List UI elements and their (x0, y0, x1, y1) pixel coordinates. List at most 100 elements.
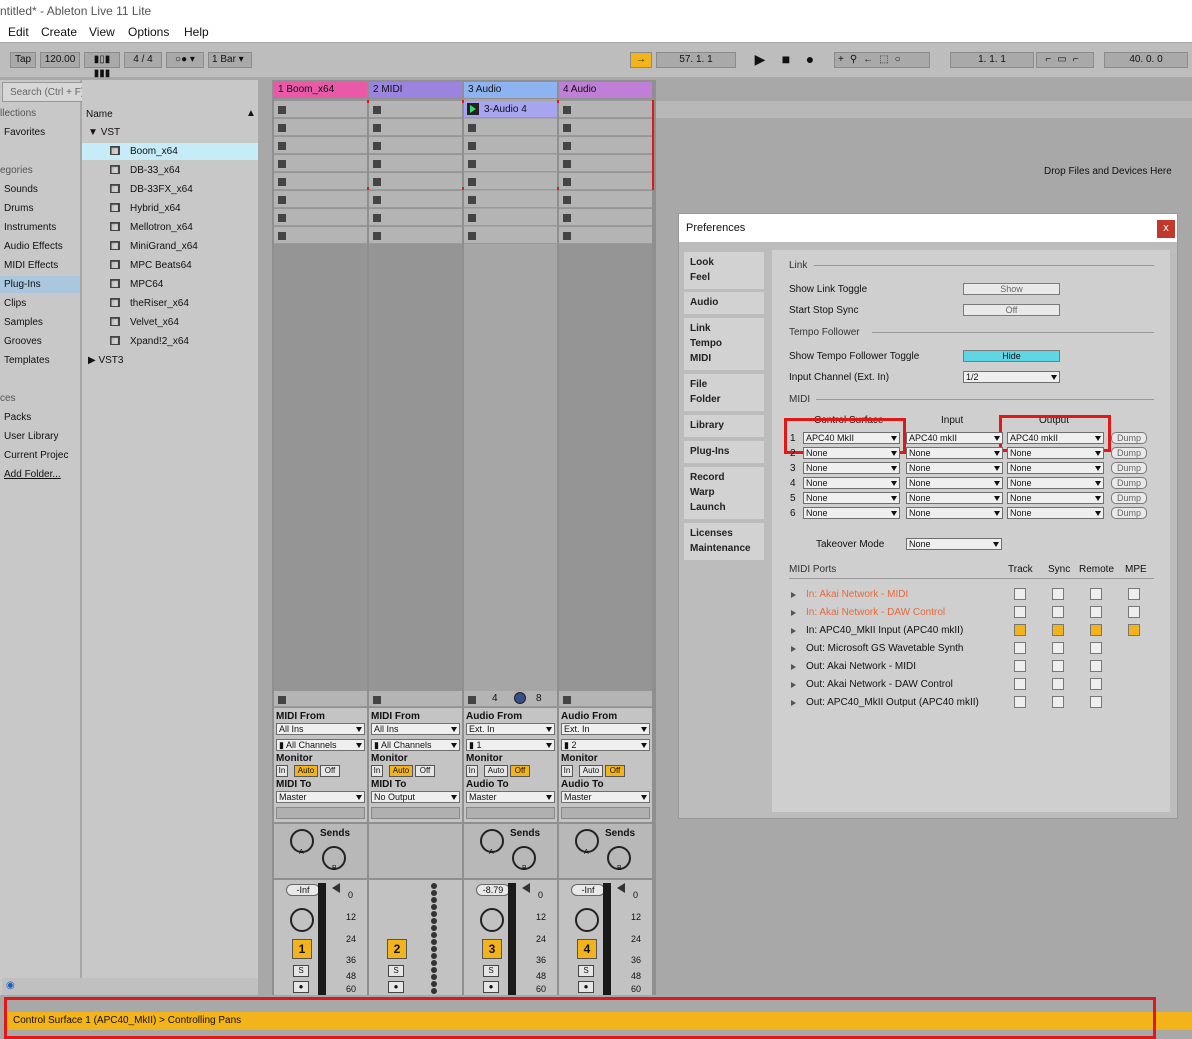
sidebar-item-templates[interactable]: Templates (4, 355, 50, 366)
clip-stop-icon[interactable] (563, 214, 571, 222)
port-sync-checkbox[interactable] (1052, 624, 1064, 636)
follow-arrow-icon[interactable]: → (630, 52, 652, 68)
show-link-toggle-button[interactable]: Show (963, 283, 1060, 295)
monitor-off-button[interactable]: Off (320, 765, 340, 777)
solo-button[interactable]: S (578, 965, 594, 977)
port-sync-checkbox[interactable] (1052, 660, 1064, 672)
prefs-nav-link-tempo-midi[interactable]: Link Tempo MIDI (684, 318, 764, 370)
port-track-checkbox[interactable] (1014, 660, 1026, 672)
surface-output-dropdown[interactable]: None (1007, 462, 1104, 474)
port-track-checkbox[interactable] (1014, 624, 1026, 636)
input-channel-dropdown[interactable]: 1/2 (963, 371, 1060, 383)
follow-icon[interactable]: ○● ▾ (166, 52, 204, 68)
sidebar-item-samples[interactable]: Samples (4, 317, 43, 328)
clip-slot[interactable] (369, 101, 462, 118)
clip-slot[interactable] (369, 119, 462, 136)
sidebar-place-current-projec[interactable]: Current Projec (4, 450, 68, 461)
monitor-auto-button[interactable]: Auto (579, 765, 603, 777)
port-sync-checkbox[interactable] (1052, 588, 1064, 600)
monitor-off-button[interactable]: Off (415, 765, 435, 777)
expand-icon[interactable] (791, 682, 796, 688)
monitor-in-button[interactable]: In (466, 765, 478, 777)
surface-output-dropdown[interactable]: None (1007, 447, 1104, 459)
loop-length[interactable]: 40. 0. 0 (1104, 52, 1188, 68)
surface-input-dropdown[interactable]: None (906, 477, 1003, 489)
clip-stop-icon[interactable] (468, 160, 476, 168)
clip-slot[interactable]: 3-Audio 4 (464, 101, 557, 118)
sidebar-item-favorites[interactable]: Favorites (4, 127, 45, 138)
io-from-dropdown[interactable]: All Ins (371, 723, 460, 735)
surface-output-dropdown[interactable]: None (1007, 507, 1104, 519)
clip-stop-icon[interactable] (373, 196, 381, 204)
clip-slot[interactable] (559, 137, 652, 154)
io-from-dropdown[interactable]: Ext. In (466, 723, 555, 735)
io-channel-dropdown[interactable]: ▮ 1 (466, 739, 555, 751)
track-footer-knob-icon[interactable] (514, 692, 526, 704)
port-track-checkbox[interactable] (1014, 642, 1026, 654)
surface-input-dropdown[interactable]: None (906, 507, 1003, 519)
clip-slot[interactable] (369, 227, 462, 244)
monitor-off-button[interactable]: Off (605, 765, 625, 777)
clip-stop-icon[interactable] (278, 214, 286, 222)
clip-stop-icon[interactable] (373, 106, 381, 114)
surface-input-dropdown[interactable]: None (906, 447, 1003, 459)
clip-stop-icon[interactable] (468, 232, 476, 240)
prefs-nav-record-warp-launch[interactable]: Record Warp Launch (684, 467, 764, 519)
clip-stop-icon[interactable] (278, 160, 286, 168)
prefs-nav-licenses-maintenance[interactable]: Licenses Maintenance (684, 523, 764, 560)
column-name-header[interactable]: Name (86, 109, 113, 120)
clip-stop-icon[interactable] (563, 142, 571, 150)
monitor-auto-button[interactable]: Auto (484, 765, 508, 777)
clip-slot[interactable] (369, 209, 462, 226)
loop-start[interactable]: 1. 1. 1 (950, 52, 1034, 68)
surface-output-dropdown[interactable]: APC40 mkII (1007, 432, 1104, 444)
port-sync-checkbox[interactable] (1052, 606, 1064, 618)
monitor-in-button[interactable]: In (276, 765, 288, 777)
fader-handle-icon[interactable] (617, 883, 625, 893)
clip-slot[interactable] (559, 173, 652, 190)
clip-slot[interactable] (369, 137, 462, 154)
show-tempo-toggle-button[interactable]: Hide (963, 350, 1060, 362)
io-from-dropdown[interactable]: All Ins (276, 723, 365, 735)
clip-stop-icon[interactable] (373, 124, 381, 132)
track-activator-3[interactable]: 3 (482, 939, 502, 959)
monitor-in-button[interactable]: In (371, 765, 383, 777)
sidebar-item-plug-ins[interactable]: Plug-Ins (4, 279, 41, 290)
arm-icon[interactable]: ● (293, 981, 309, 993)
clip-stop-icon[interactable] (373, 142, 381, 150)
io-from-dropdown[interactable]: Ext. In (561, 723, 650, 735)
monitor-auto-button[interactable]: Auto (294, 765, 318, 777)
sidebar-item-midi-effects[interactable]: MIDI Effects (4, 260, 58, 271)
clip-slot[interactable] (559, 227, 652, 244)
clip-slot[interactable] (274, 173, 367, 190)
clip-play-icon[interactable] (467, 103, 479, 115)
track-stop-icon[interactable] (278, 696, 286, 704)
surface-output-dropdown[interactable]: None (1007, 477, 1104, 489)
dump-button[interactable]: Dump (1111, 462, 1147, 474)
io-channel-dropdown[interactable]: ▮ All Channels (276, 739, 365, 751)
expand-icon[interactable] (791, 610, 796, 616)
clip-stop-icon[interactable] (468, 214, 476, 222)
expand-icon[interactable] (791, 592, 796, 598)
port-sync-checkbox[interactable] (1052, 642, 1064, 654)
clip-stop-icon[interactable] (468, 142, 476, 150)
pan-knob[interactable] (290, 908, 314, 932)
surface-output-dropdown[interactable]: None (1007, 492, 1104, 504)
time-signature-field[interactable]: 4 / 4 (124, 52, 162, 68)
tap-button[interactable]: Tap (10, 52, 36, 68)
clip-slot[interactable] (274, 209, 367, 226)
port-track-checkbox[interactable] (1014, 678, 1026, 690)
surface-surface-dropdown[interactable]: None (803, 492, 900, 504)
clip-slot[interactable] (559, 119, 652, 136)
clip-slot[interactable] (559, 191, 652, 208)
clip-stop-icon[interactable] (563, 106, 571, 114)
sidebar-item-audio-effects[interactable]: Audio Effects (4, 241, 63, 252)
io-channel-dropdown[interactable]: ▮ All Channels (371, 739, 460, 751)
sidebar-item-grooves[interactable]: Grooves (4, 336, 42, 347)
arm-icon[interactable]: ● (483, 981, 499, 993)
port-track-checkbox[interactable] (1014, 696, 1026, 708)
metronome-icon[interactable]: ▮▯▮ ▮▮▮ (84, 52, 120, 79)
clip-stop-icon[interactable] (563, 232, 571, 240)
folder-vst3[interactable]: ▶ VST3 (88, 355, 123, 366)
surface-surface-dropdown[interactable]: None (803, 447, 900, 459)
